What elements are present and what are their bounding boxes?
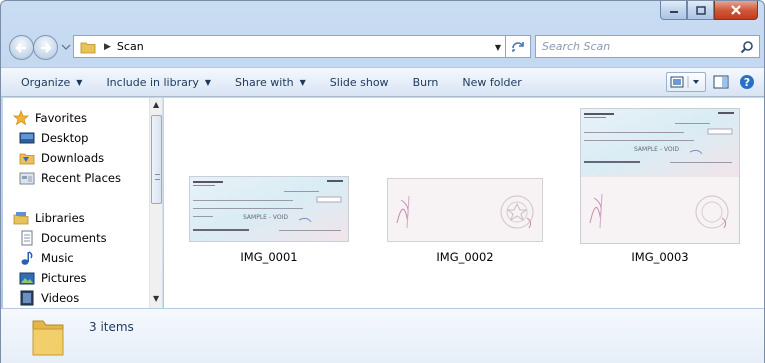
breadcrumb-scan[interactable]: Scan [117, 40, 144, 53]
image-thumbnail-check-combined-icon: SAMPLE - VOID [580, 108, 740, 244]
libraries-icon [13, 212, 29, 225]
command-bar: Organize ▼ Include in library ▼ Share with… [1, 67, 764, 97]
forward-arrow-icon [41, 42, 52, 53]
grip-icon [155, 174, 160, 180]
details-pane: 3 items [1, 308, 764, 363]
scroll-down-icon[interactable]: ▼ [153, 294, 159, 303]
check-watermark: SAMPLE - VOID [243, 214, 288, 221]
address-row: ▶ Scan ▼ Search Scan [9, 34, 760, 60]
search-input[interactable]: Search Scan [535, 35, 760, 58]
downloads-label: Downloads [41, 151, 105, 165]
folder-large-icon [32, 320, 64, 356]
favorites-label: Favorites [35, 111, 87, 125]
file-name-img-0003[interactable]: IMG_0003 [580, 250, 740, 264]
nav-pictures[interactable]: Pictures [19, 268, 87, 288]
nav-favorites[interactable]: Favorites [13, 108, 87, 128]
view-icon [670, 76, 699, 88]
organize-menu[interactable]: Organize ▼ [1, 71, 94, 93]
burn-button[interactable]: Burn [401, 71, 451, 93]
navigation-pane: Favorites Desktop Downloads Recent Place… [3, 98, 163, 308]
include-label: Include in library [106, 75, 199, 89]
preview-pane-icon [713, 75, 729, 89]
nav-scrollbar[interactable]: ▲ ▼ [149, 98, 162, 308]
nav-documents[interactable]: Documents [19, 228, 107, 248]
videos-label: Videos [41, 291, 80, 305]
chevron-down-icon: ▼ [299, 77, 306, 87]
organize-label: Organize [21, 75, 71, 89]
file-item-img-0002[interactable] [387, 178, 543, 245]
address-bar[interactable]: ▶ Scan ▼ [73, 35, 506, 58]
desktop-label: Desktop [41, 131, 89, 145]
caption-buttons [660, 1, 758, 20]
burn-label: Burn [412, 75, 439, 89]
nav-libraries[interactable]: Libraries [13, 208, 85, 228]
refresh-icon [512, 41, 524, 52]
downloads-icon [19, 153, 35, 165]
maximize-button[interactable] [687, 1, 714, 20]
scroll-up-icon[interactable]: ▲ [153, 100, 159, 109]
close-button[interactable] [714, 1, 758, 20]
pictures-label: Pictures [41, 271, 87, 285]
address-dropdown-icon[interactable]: ▼ [495, 43, 501, 52]
maximize-icon [695, 5, 706, 15]
nav-music[interactable]: Music [19, 248, 74, 268]
recent-places-icon [19, 172, 35, 185]
file-item-img-0001[interactable]: SAMPLE - VOID [189, 176, 349, 245]
refresh-button[interactable] [506, 35, 531, 58]
music-label: Music [41, 251, 74, 265]
minimize-icon [669, 11, 678, 13]
breadcrumb-separator-icon[interactable]: ▶ [104, 42, 111, 52]
videos-icon [20, 290, 34, 306]
close-icon [731, 5, 741, 15]
search-icon[interactable] [740, 40, 754, 54]
minimize-button[interactable] [660, 1, 687, 20]
file-name-img-0002[interactable]: IMG_0002 [385, 250, 545, 264]
nav-downloads[interactable]: Downloads [19, 148, 104, 168]
nav-recent-places[interactable]: Recent Places [19, 168, 121, 188]
chevron-down-icon: ▼ [76, 77, 83, 87]
documents-label: Documents [41, 231, 107, 245]
forward-button[interactable] [33, 35, 58, 60]
back-arrow-icon [15, 42, 26, 53]
desktop-icon [19, 132, 35, 144]
svg-text:?: ? [744, 76, 750, 89]
explorer-window: ▶ Scan ▼ Search Scan Organize ▼ Include i… [0, 0, 765, 363]
item-count: 3 items [89, 320, 134, 334]
slideshow-label: Slide show [329, 75, 389, 89]
recent-pages-dropdown[interactable] [61, 42, 71, 52]
libraries-label: Libraries [35, 211, 85, 225]
music-icon [21, 251, 33, 265]
file-item-img-0003[interactable]: SAMPLE - VOID [580, 108, 740, 247]
file-name-img-0001[interactable]: IMG_0001 [189, 250, 349, 264]
nav-videos[interactable]: Videos [19, 288, 79, 308]
image-thumbnail-check-icon: SAMPLE - VOID [189, 176, 349, 242]
documents-icon [21, 230, 33, 246]
nav-desktop[interactable]: Desktop [19, 128, 88, 148]
file-list: SAMPLE - VOID IMG_0001 IMG_0002 SAMPLE -… [164, 98, 764, 308]
include-in-library-menu[interactable]: Include in library ▼ [94, 71, 223, 93]
toolbar-right-group: ? [666, 72, 758, 92]
share-with-menu[interactable]: Share with ▼ [223, 71, 318, 93]
recent-places-label: Recent Places [41, 171, 121, 185]
check-watermark: SAMPLE - VOID [634, 146, 679, 153]
help-button[interactable]: ? [736, 72, 758, 92]
share-label: Share with [235, 75, 294, 89]
search-placeholder: Search Scan [542, 40, 611, 53]
new-folder-label: New folder [462, 75, 522, 89]
star-icon [13, 110, 29, 126]
slide-show-button[interactable]: Slide show [318, 71, 401, 93]
preview-pane-button[interactable] [710, 72, 732, 92]
help-icon: ? [740, 75, 754, 89]
back-button[interactable] [9, 35, 34, 60]
folder-icon [80, 42, 96, 53]
pictures-icon [19, 272, 35, 285]
image-thumbnail-check-back-icon [387, 178, 543, 242]
new-folder-button[interactable]: New folder [450, 71, 533, 93]
chevron-down-icon: ▼ [204, 77, 212, 87]
scroll-thumb[interactable] [151, 115, 162, 204]
change-view-button[interactable] [666, 72, 706, 92]
